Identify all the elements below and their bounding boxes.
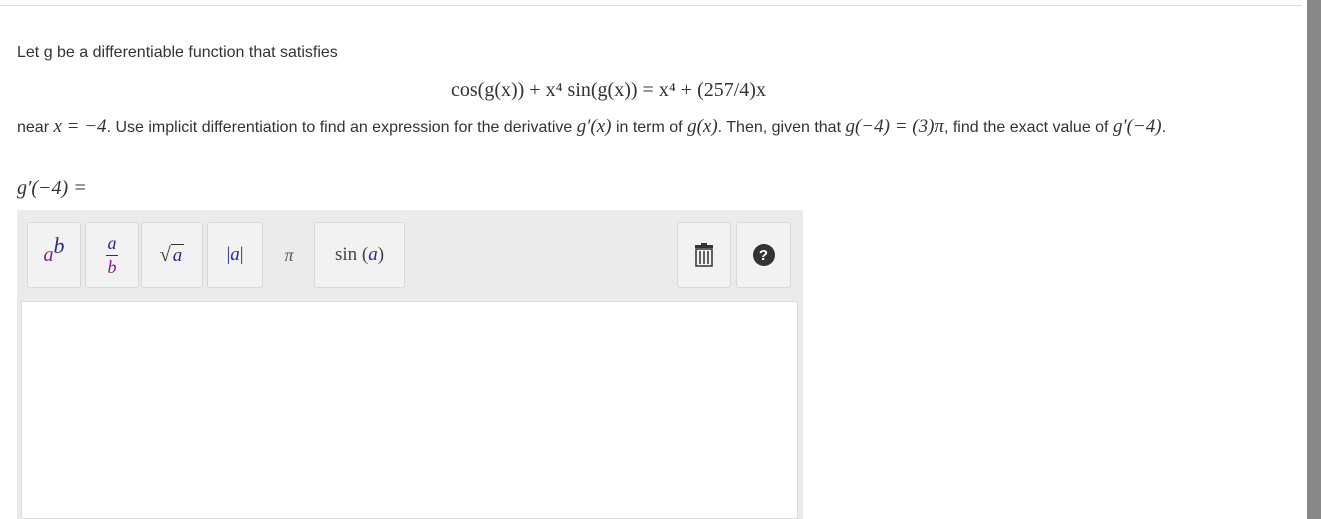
- main-equation: cos(g(x)) + x⁴ sin(g(x)) = x⁴ + (257/4)x: [451, 79, 766, 102]
- sin-button[interactable]: sin (a): [314, 222, 405, 288]
- period: .: [1161, 119, 1167, 136]
- sin-open: (: [357, 244, 369, 265]
- intro-text: Let g be a differentiable function that …: [17, 44, 338, 61]
- problem-instructions: near x = −4. Use implicit differentiatio…: [17, 115, 1277, 140]
- page: Let g be a differentiable function that …: [0, 0, 1321, 519]
- pi-button[interactable]: π: [267, 222, 311, 288]
- equation-text: cos(g(x)) + x⁴ sin(g(x)) = x⁴ + (257/4)x: [451, 79, 766, 101]
- math-editor: ab a b √ a |a| π sin (a) ?: [17, 210, 803, 519]
- fraction-button[interactable]: a b: [85, 222, 139, 288]
- sqrt-button[interactable]: √ a: [141, 222, 203, 288]
- fraction-denominator: b: [107, 256, 117, 277]
- sin-glyph: sin (a): [335, 244, 384, 266]
- help-icon: ?: [752, 244, 775, 266]
- problem-intro: Let g be a differentiable function that …: [17, 44, 338, 62]
- g-of-x: g(x): [687, 116, 718, 137]
- fraction-numerator: a: [107, 232, 117, 253]
- top-divider: [0, 5, 1302, 6]
- sin-argument: a: [368, 244, 378, 265]
- instructions-text: . Use implicit differentiation to find a…: [106, 119, 573, 136]
- abs-right-bar: |: [239, 244, 244, 265]
- pi-symbol: π: [284, 244, 294, 265]
- absolute-value-button[interactable]: |a|: [207, 222, 263, 288]
- derivative-symbol: g′(x): [576, 116, 612, 137]
- trash-icon: [695, 243, 713, 267]
- clear-button[interactable]: [677, 222, 731, 288]
- target-expression: g′(−4): [1112, 116, 1162, 137]
- abs-argument: a: [230, 244, 240, 265]
- power-button[interactable]: ab: [27, 222, 81, 288]
- help-button[interactable]: ?: [736, 222, 791, 288]
- find-exact-text: , find the exact value of: [943, 119, 1109, 136]
- answer-input-area[interactable]: [21, 301, 798, 519]
- sin-close: ): [377, 244, 385, 265]
- fraction-bar: [106, 254, 118, 256]
- given-condition: g(−4) = (3)π: [845, 116, 944, 137]
- in-term-of-text: in term of: [615, 119, 683, 136]
- power-base: a: [43, 243, 54, 266]
- sqrt-argument: a: [170, 243, 185, 266]
- sin-func: sin: [334, 244, 358, 265]
- scrollbar[interactable]: [1307, 0, 1321, 519]
- then-given-text: . Then, given that: [717, 119, 842, 136]
- sqrt-symbol: √: [159, 243, 171, 266]
- near-value: x = −4: [53, 116, 107, 137]
- abs-glyph: |a|: [226, 244, 243, 266]
- answer-label: g′(−4) =: [17, 177, 87, 199]
- power-exponent: b: [53, 233, 65, 258]
- near-text: near: [17, 119, 50, 136]
- fraction-glyph: a b: [106, 232, 118, 277]
